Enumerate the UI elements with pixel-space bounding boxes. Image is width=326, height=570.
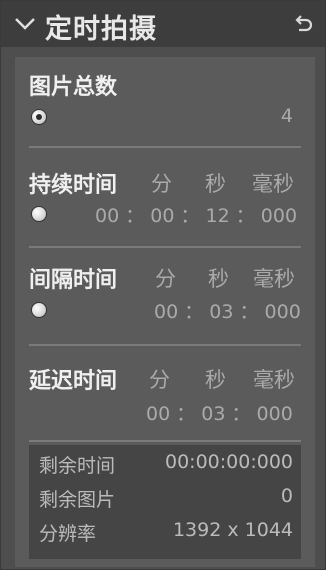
- settings-panel: 图片总数 4 持续时间 分 秒 毫秒 00 ： 00 ： 12 ： 000 间隔…: [15, 57, 315, 567]
- total-pictures-radio[interactable]: [31, 109, 47, 125]
- chevron-down-icon[interactable]: [13, 11, 37, 35]
- interval-unit-ms: 毫秒: [253, 267, 295, 291]
- resolution-label: 分辨率: [39, 523, 97, 545]
- interval-radio[interactable]: [31, 302, 47, 318]
- status-info-box: 剩余时间 00:00:00:000 剩余图片 0 分辨率 1392 x 1044: [29, 445, 301, 559]
- remaining-time-row: 剩余时间 00:00:00:000: [39, 451, 293, 479]
- duration-label: 持续时间: [29, 173, 118, 198]
- remaining-pictures-row: 剩余图片 0: [39, 485, 293, 513]
- duration-value[interactable]: 00 ： 00 ： 12 ： 000: [95, 201, 297, 228]
- remaining-pictures-label: 剩余图片: [39, 489, 116, 511]
- duration-radio[interactable]: [31, 206, 47, 222]
- divider: [29, 440, 301, 442]
- remaining-time-value: 00:00:00:000: [165, 451, 293, 473]
- divider: [29, 344, 301, 346]
- resolution-value: 1392 x 1044: [172, 519, 293, 541]
- delay-label: 延迟时间: [29, 369, 118, 394]
- interval-label: 间隔时间: [29, 268, 118, 293]
- interval-unit-min: 分: [155, 267, 176, 291]
- panel-title: 定时拍摄: [45, 14, 157, 45]
- remaining-time-label: 剩余时间: [39, 455, 116, 477]
- total-pictures-label: 图片总数: [29, 75, 118, 100]
- undo-icon[interactable]: [291, 13, 315, 37]
- remaining-pictures-value: 0: [280, 485, 293, 507]
- duration-unit-sec: 秒: [205, 172, 226, 196]
- interval-unit-sec: 秒: [208, 267, 229, 291]
- timed-capture-panel: 定时拍摄 图片总数 4 持续时间 分 秒 毫秒 00 ： 00 ： 12 ： 0…: [0, 0, 326, 570]
- delay-unit-sec: 秒: [205, 368, 226, 392]
- delay-unit-ms: 毫秒: [253, 368, 295, 392]
- delay-value[interactable]: 00 ： 03 ： 000: [146, 399, 293, 426]
- divider: [29, 246, 301, 248]
- total-pictures-value[interactable]: 4: [281, 105, 293, 127]
- panel-header: 定时拍摄: [1, 1, 325, 47]
- delay-unit-min: 分: [149, 368, 170, 392]
- resolution-row: 分辨率 1392 x 1044: [39, 519, 293, 547]
- duration-unit-min: 分: [151, 172, 172, 196]
- divider: [29, 146, 301, 148]
- interval-value[interactable]: 00 ： 03 ： 000: [154, 297, 301, 324]
- duration-unit-ms: 毫秒: [252, 172, 294, 196]
